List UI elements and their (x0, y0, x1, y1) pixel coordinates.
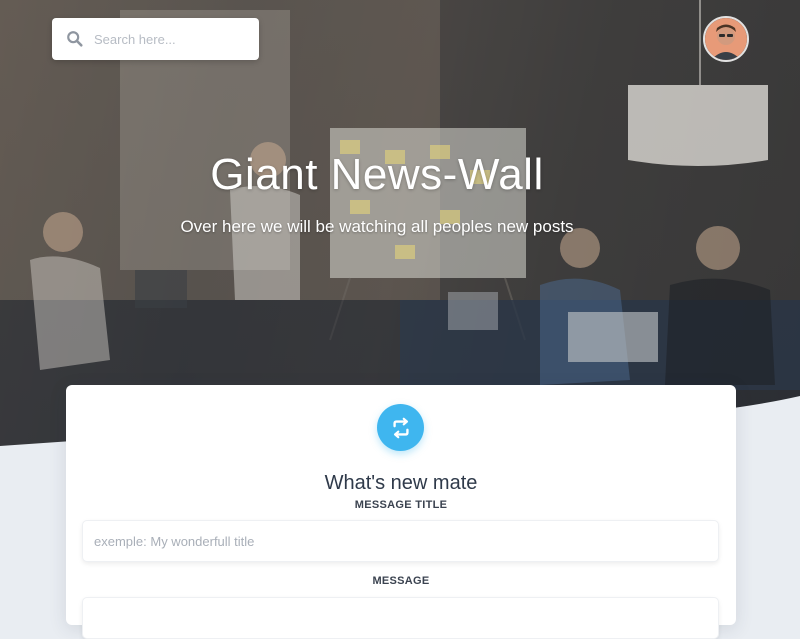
message-label: MESSAGE (372, 575, 430, 587)
message-input[interactable] (82, 597, 719, 639)
message-title-label: MESSAGE TITLE (354, 499, 448, 511)
search-icon (67, 31, 83, 47)
new-post-heading: What's new mate (324, 472, 478, 494)
page-title: Giant News-Wall (210, 150, 544, 199)
message-title-input[interactable] (82, 520, 719, 562)
avatar-image (705, 18, 747, 60)
user-avatar[interactable] (703, 16, 749, 62)
search-input[interactable] (92, 30, 256, 48)
new-post-card: What's new mate MESSAGE TITLE MESSAGE (66, 385, 736, 639)
repost-icon (377, 404, 424, 451)
page-subtitle: Over here we will be watching all people… (180, 217, 574, 236)
search-bar[interactable] (52, 18, 259, 60)
